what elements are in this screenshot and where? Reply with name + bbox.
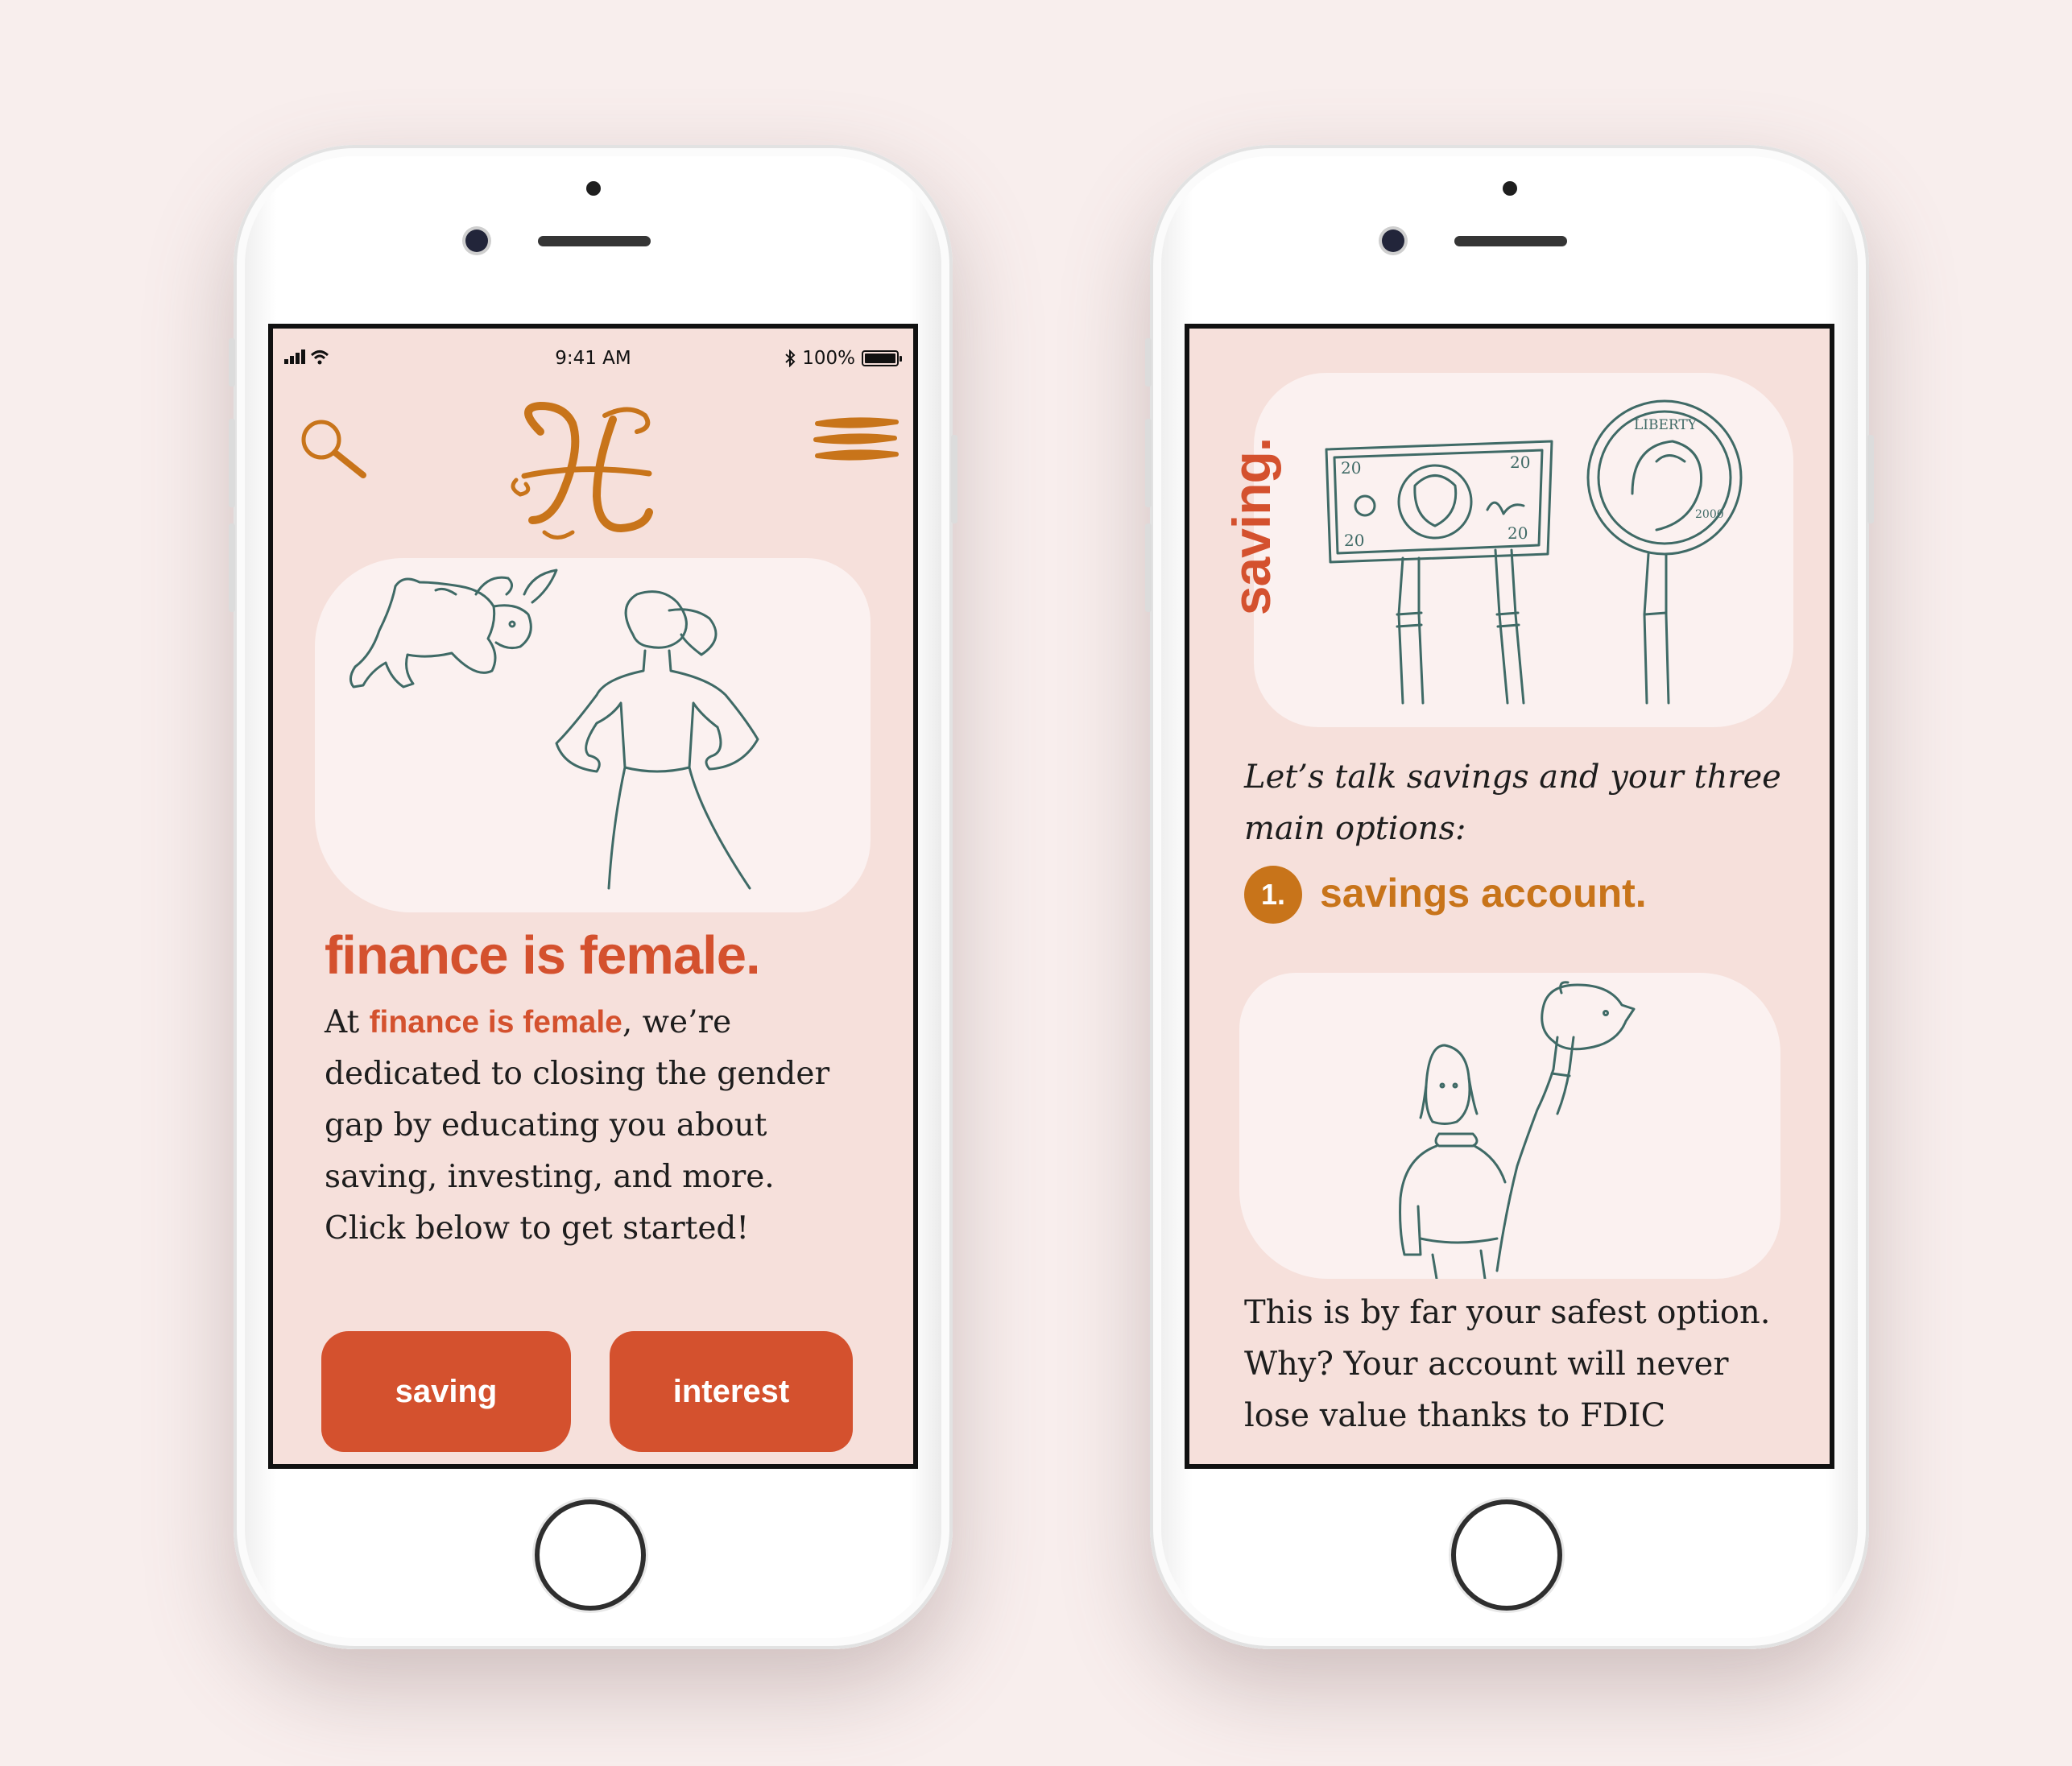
- option-number-badge: 1.: [1244, 866, 1302, 924]
- ff-monogram-logo[interactable]: [508, 399, 669, 543]
- body-line2: Why? Your account will never: [1244, 1346, 1729, 1383]
- phone-right: 20 20 20 20 LIBERTY 2000 saving. Let’s t…: [1145, 145, 1874, 1649]
- intro-line3: gap by educating you about: [325, 1107, 767, 1144]
- interest-button[interactable]: interest: [610, 1331, 853, 1452]
- intro-brand: finance is female: [369, 1005, 622, 1040]
- intro-line4: saving, investing, and more.: [325, 1159, 775, 1195]
- volume-up-button: [229, 419, 235, 507]
- proximity-sensor: [585, 181, 601, 196]
- power-button: [951, 435, 957, 523]
- phone-left: 9:41 AM 100% finance is female. At finan…: [229, 145, 957, 1649]
- intro-line2: dedicated to closing the gender: [325, 1056, 830, 1092]
- battery-percent: 100%: [802, 348, 855, 369]
- screen: 20 20 20 20 LIBERTY 2000 saving. Let’s t…: [1185, 324, 1834, 1469]
- power-button: [1867, 435, 1874, 523]
- front-camera: [465, 230, 488, 252]
- bill-and-coin-illustration: 20 20 20 20 LIBERTY 2000: [1325, 399, 1743, 705]
- menu-icon[interactable]: [813, 417, 901, 465]
- piggy-bank-card: [1239, 973, 1780, 1280]
- saving-button[interactable]: saving: [321, 1331, 571, 1452]
- screen: 9:41 AM 100% finance is female. At finan…: [268, 324, 918, 1469]
- coin-label-year: 2000: [1695, 508, 1724, 521]
- search-icon[interactable]: [297, 417, 370, 482]
- body-paragraph: This is by far your safest option. Why? …: [1244, 1287, 1770, 1441]
- piggy-bank-illustration: [1399, 981, 1636, 1280]
- intro-line1: Let’s talk savings and your three: [1244, 759, 1781, 796]
- page-title: finance is female.: [325, 925, 761, 986]
- status-bar: 9:41 AM 100%: [273, 329, 913, 377]
- coin-label-top: LIBERTY: [1634, 417, 1698, 433]
- volume-down-button: [229, 523, 235, 612]
- bill-label-top-left: 20: [1341, 458, 1361, 478]
- option-title[interactable]: savings account.: [1320, 870, 1647, 916]
- intro-line1-suffix: , we’re: [622, 1004, 732, 1040]
- bill-label-top-right: 20: [1510, 453, 1530, 472]
- battery-icon: [862, 350, 902, 366]
- volume-down-button: [1145, 523, 1152, 612]
- front-camera: [1382, 230, 1404, 252]
- intro-line2: main options:: [1244, 810, 1466, 847]
- side-title: saving.: [1222, 437, 1281, 616]
- mute-switch: [229, 338, 235, 387]
- bull-and-woman-illustration: [349, 569, 759, 890]
- intro-line5: Click below to get started!: [325, 1210, 750, 1247]
- bill-label-bottom-right: 20: [1507, 523, 1528, 543]
- intro-paragraph: At finance is female, we’re dedicated to…: [325, 997, 888, 1255]
- home-button[interactable]: [1450, 1499, 1562, 1611]
- volume-up-button: [1145, 419, 1152, 507]
- intro-paragraph: Let’s talk savings and your three main o…: [1244, 751, 1781, 854]
- earpiece-speaker: [538, 236, 651, 246]
- intro-prefix: At: [325, 1004, 370, 1040]
- hero-card: [315, 558, 871, 912]
- saving-hero-card: 20 20 20 20 LIBERTY 2000: [1254, 373, 1793, 727]
- body-line3: lose value thanks to FDIC: [1244, 1397, 1666, 1434]
- home-button[interactable]: [534, 1499, 646, 1611]
- mute-switch: [1145, 338, 1152, 387]
- earpiece-speaker: [1454, 236, 1567, 246]
- side-title-wrap: saving.: [1222, 432, 1288, 641]
- proximity-sensor: [1502, 181, 1517, 196]
- bill-label-bottom-left: 20: [1344, 531, 1364, 550]
- bluetooth-icon: [785, 349, 796, 367]
- body-line1: This is by far your safest option.: [1244, 1294, 1771, 1331]
